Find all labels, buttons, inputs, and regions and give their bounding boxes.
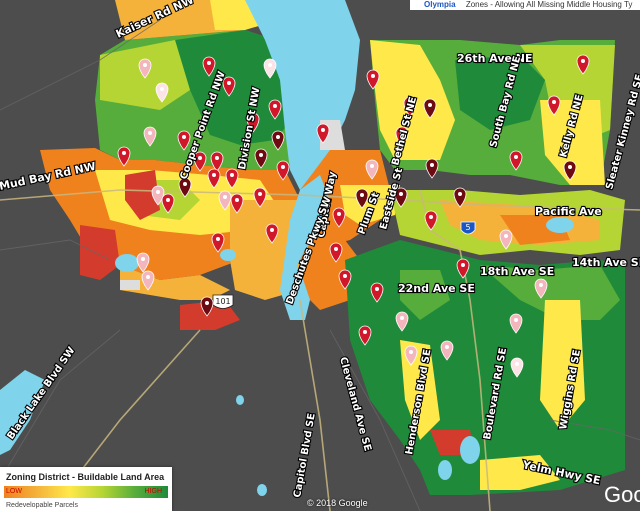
parcel-marker-dot [515,362,519,366]
pond-east [546,217,574,233]
pond-south [438,460,452,480]
parcel-marker-dot [216,237,220,241]
i5-shield-label: 5 [465,223,470,232]
parcel-marker-dot [445,345,449,349]
map-title: Olympia [424,0,456,9]
parcel-marker-dot [273,104,277,108]
legend-subtitle: Redevelopable Parcels [6,502,78,509]
parcel-marker-dot [122,151,126,155]
us101-shield-label: 101 [215,297,230,306]
parcel-marker-dot [259,153,263,157]
parcel-marker-dot [268,63,272,67]
parcel-marker-dot [281,165,285,169]
ward-lake [460,436,480,464]
map-header: Olympia Zones - Allowing All Missing Mid… [410,0,640,10]
us101-shield: 101 [212,294,234,309]
legend-high: HIGH [144,488,163,495]
parcel-marker-dot [166,198,170,202]
parcel-marker-dot [400,316,404,320]
parcel-marker-dot [514,155,518,159]
parcel-marker-dot [230,173,234,177]
parcel-marker-dot [581,59,585,63]
parcel-marker-dot [205,301,209,305]
road-label-14th: 14th Ave SE [572,256,640,269]
parcel-marker-dot [429,215,433,219]
google-logo: Goog [604,482,640,507]
road-label-22nd: 22nd Ave SE [398,282,475,295]
map-subtitle: Zones - Allowing All Missing Middle Hous… [465,0,633,9]
parcel-marker-dot [227,81,231,85]
parcel-marker-dot [143,63,147,67]
parcel-marker-dot [343,274,347,278]
parcel-marker-dot [337,212,341,216]
legend-low: LOW [6,488,22,495]
parcel-marker-dot [148,131,152,135]
i5-shield: 5 [460,221,476,235]
parcel-marker-dot [504,234,508,238]
parcel-marker-dot [399,192,403,196]
parcel-marker-dot [270,228,274,232]
parcel-marker-dot [321,128,325,132]
pond-1 [220,249,236,261]
pond-sw [236,395,244,405]
parcel-marker-dot [334,247,338,251]
parcel-marker-dot [430,163,434,167]
parcel-marker-dot [461,263,465,267]
parcel-marker-dot [156,190,160,194]
parcel-marker-dot [146,275,150,279]
parcel-marker-dot [215,156,219,160]
parcel-marker-dot [514,318,518,322]
map-canvas: 5 101 Kaiser Rd NW 26th Ave NE Bethel St… [0,0,640,511]
parcel-marker-dot [182,135,186,139]
parcel-marker-dot [160,87,164,91]
parcel-marker-dot [370,164,374,168]
parcel-marker-dot [539,283,543,287]
ward-lake-west [115,254,139,272]
parcel-marker-dot [183,182,187,186]
gray-parcel [120,280,140,290]
parcel-marker-dot [258,192,262,196]
parcel-marker-dot [235,198,239,202]
parcel-marker-dot [223,195,227,199]
parcel-marker-dot [207,61,211,65]
parcel-marker-dot [212,173,216,177]
parcel-marker-dot [552,100,556,104]
parcel-marker-dot [458,192,462,196]
legend-gradient [4,486,168,498]
parcel-marker-dot [141,257,145,261]
parcel-marker-dot [375,287,379,291]
pond-sw2 [257,484,267,496]
parcel-marker-dot [360,193,364,197]
road-label-18th: 18th Ave SE [480,265,554,278]
zoning-map[interactable]: 5 101 Kaiser Rd NW 26th Ave NE Bethel St… [0,0,640,511]
parcel-marker-dot [198,156,202,160]
parcel-marker-dot [363,330,367,334]
parcel-marker-dot [276,135,280,139]
road-label-pacific: Pacific Ave [535,205,602,218]
parcel-marker-dot [409,350,413,354]
parcel-marker-dot [428,103,432,107]
legend-panel: Zoning District - Buildable Land Area LO… [0,467,172,511]
legend-title: Zoning District - Buildable Land Area [6,472,165,482]
parcel-marker-dot [371,74,375,78]
parcel-marker-dot [568,165,572,169]
copyright-text: © 2018 Google [307,498,368,508]
